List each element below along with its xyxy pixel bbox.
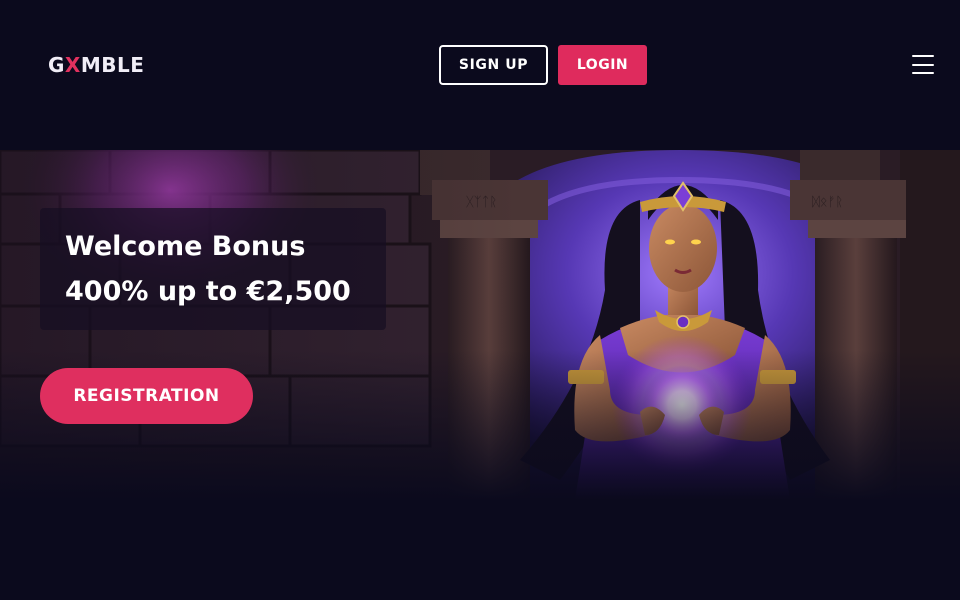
sign-up-button[interactable]: SIGN UP	[439, 45, 548, 85]
hero-banner: ᚷᛉᛏᚱ ᛞᛟᚠᚱ	[0, 150, 960, 500]
welcome-bonus-card: Welcome Bonus 400% up to €2,500	[40, 208, 386, 330]
gxmble-logo[interactable]: G X MBLE	[48, 52, 144, 78]
menu-line	[912, 63, 934, 66]
login-button[interactable]: LOGIN	[558, 45, 647, 85]
registration-button[interactable]: REGISTRATION	[40, 368, 253, 424]
menu-line	[912, 55, 934, 57]
logo-suffix: MBLE	[80, 53, 145, 77]
bonus-amount: 400% up to €2,500	[65, 276, 351, 307]
logo-x: X	[64, 53, 81, 77]
menu-line	[912, 72, 934, 74]
hamburger-menu-icon[interactable]	[912, 54, 934, 74]
logo-prefix: G	[48, 53, 65, 77]
site-header: G X MBLE SIGN UP LOGIN	[0, 0, 960, 130]
bonus-title: Welcome Bonus	[65, 231, 306, 262]
svg-text:ᛞᛟᚠᚱ: ᛞᛟᚠᚱ	[812, 195, 843, 210]
